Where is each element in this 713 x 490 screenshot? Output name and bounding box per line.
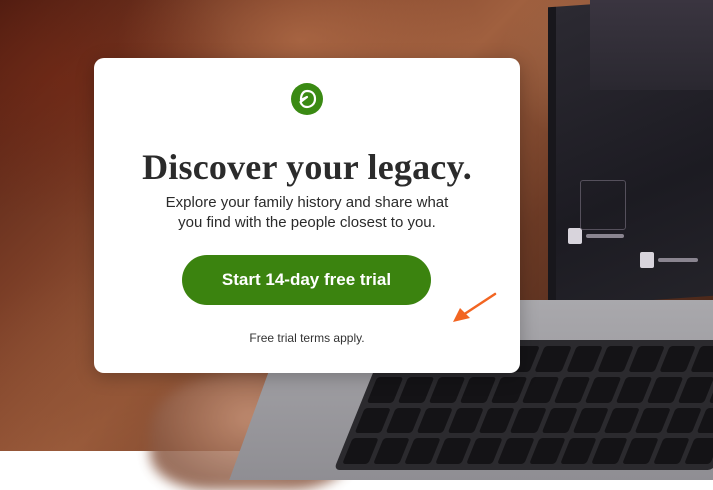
subtext-line-2: you find with the people closest to you. xyxy=(178,214,436,231)
start-free-trial-button[interactable]: Start 14-day free trial xyxy=(182,255,431,305)
subtext-line-1: Explore your family history and share wh… xyxy=(165,194,449,211)
signup-modal: Discover your legacy. Explore your famil… xyxy=(94,58,520,373)
headline: Discover your legacy. xyxy=(142,147,472,187)
tree-node-label xyxy=(586,234,624,238)
subtext: Explore your family history and share wh… xyxy=(154,193,460,233)
tree-node-label xyxy=(658,258,698,262)
laptop-screen-content xyxy=(590,0,713,90)
free-trial-terms: Free trial terms apply. xyxy=(249,331,365,345)
tree-diagram xyxy=(580,180,626,230)
tree-node xyxy=(640,252,654,268)
leaf-icon xyxy=(291,83,323,115)
tree-node xyxy=(568,228,582,244)
arrow-icon xyxy=(453,292,497,322)
